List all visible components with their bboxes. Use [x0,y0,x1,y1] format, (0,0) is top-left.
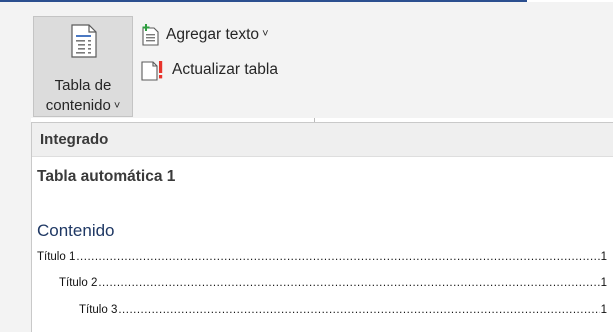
gallery-section-header: Integrado [32,123,613,157]
toc-entry-title: Título 3 [79,304,118,316]
toc-entry-leader: ........................................… [76,251,599,263]
chevron-down-icon: ˅ [262,28,269,40]
toc-preview-entry-level3[interactable]: Título 3 ...............................… [79,300,607,316]
update-table-icon [141,61,163,81]
section-header-label: Integrado [40,131,109,148]
toc-entry-title: Título 2 [59,277,98,289]
chevron-down-icon: ˅ [113,100,121,112]
add-text-icon [142,24,159,46]
ribbon-left-strip [0,118,31,332]
toc-entry-title: Título 1 [37,251,76,263]
toc-entry-leader: ........................................… [98,277,599,289]
add-text-button[interactable]: Agregar texto ˅ [140,23,269,47]
update-table-label: Actualizar tabla [172,61,278,78]
toc-preview-entry-level2[interactable]: Título 2 ...............................… [59,273,607,289]
ribbon-group-references: Tabla de contenido ˅ Agregar texto ˅ Actu… [0,2,613,122]
gallery-item-title[interactable]: Tabla automática 1 [37,168,175,186]
toc-preview-entry-level1[interactable]: Título 1 ...............................… [37,247,607,263]
table-of-contents-icon [71,24,97,58]
update-table-button[interactable]: Actualizar tabla [140,58,278,82]
toc-button-label-line2: contenido ˅ [45,97,121,114]
toc-preview-heading: Contenido [37,221,115,240]
add-text-label: Agregar texto [166,26,260,43]
toc-button-label-line1: Tabla de [54,77,112,94]
toc-entry-page: 1 [600,304,607,316]
toc-entry-leader: ........................................… [118,304,599,316]
toc-entry-page: 1 [600,251,607,263]
toc-entry-page: 1 [600,277,607,289]
table-of-contents-button[interactable]: Tabla de contenido ˅ [33,16,133,117]
